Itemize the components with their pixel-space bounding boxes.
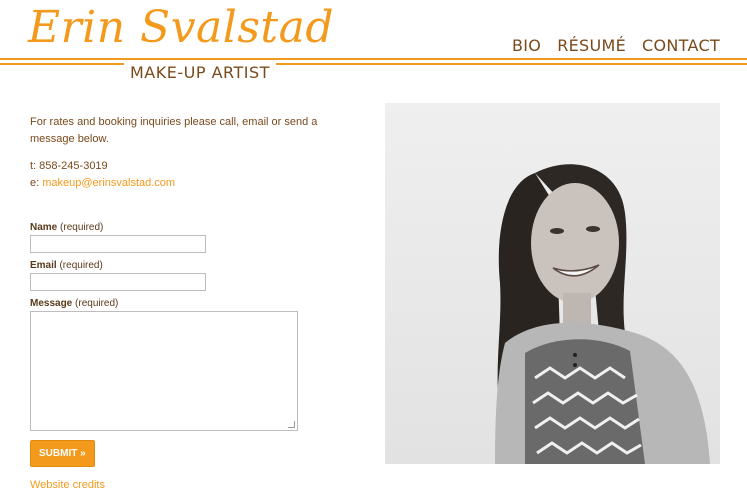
name-field[interactable] — [30, 235, 206, 253]
name-required: (required) — [60, 222, 104, 233]
brand-tagline: MAKE-UP ARTIST — [124, 63, 276, 82]
website-credits-link[interactable]: Website credits — [30, 479, 105, 491]
email-label: Email (required) — [30, 260, 298, 271]
nav-resume[interactable]: RÉSUMÉ — [557, 36, 626, 55]
contact-info: For rates and booking inquiries please c… — [30, 114, 340, 192]
divider-line-bottom — [0, 63, 747, 65]
message-field[interactable] — [30, 311, 298, 431]
header-divider — [0, 58, 747, 68]
intro-text: For rates and booking inquiries please c… — [30, 116, 318, 145]
portrait-photo — [385, 103, 720, 464]
email-field[interactable] — [30, 273, 206, 291]
contact-form: Name (required) Email (required) Message… — [30, 222, 298, 467]
email-line: e: makeup@erinsvalstad.com — [30, 175, 340, 192]
nav-bio[interactable]: BIO — [512, 36, 541, 55]
divider-line-top — [0, 58, 747, 60]
email-link[interactable]: makeup@erinsvalstad.com — [42, 177, 175, 189]
phone-line: t: 858-245-3019 — [30, 160, 108, 172]
name-label: Name (required) — [30, 222, 298, 233]
contact-details: t: 858-245-3019 e: makeup@erinsvalstad.c… — [30, 158, 340, 192]
email-prefix: e: — [30, 177, 43, 189]
resize-handle-icon[interactable] — [288, 421, 295, 428]
email-required: (required) — [59, 260, 103, 271]
nav-contact[interactable]: CONTACT — [642, 36, 720, 55]
main-nav: BIO RÉSUMÉ CONTACT — [504, 36, 720, 55]
email-label-text: Email — [30, 260, 57, 271]
message-label: Message (required) — [30, 298, 298, 309]
brand-logo[interactable]: Erin Svalstad — [28, 2, 334, 54]
message-label-text: Message — [30, 298, 73, 309]
name-label-text: Name — [30, 222, 58, 233]
portrait-photo-illustration — [385, 103, 720, 464]
message-required: (required) — [75, 298, 119, 309]
submit-button[interactable]: SUBMIT » — [30, 440, 95, 467]
